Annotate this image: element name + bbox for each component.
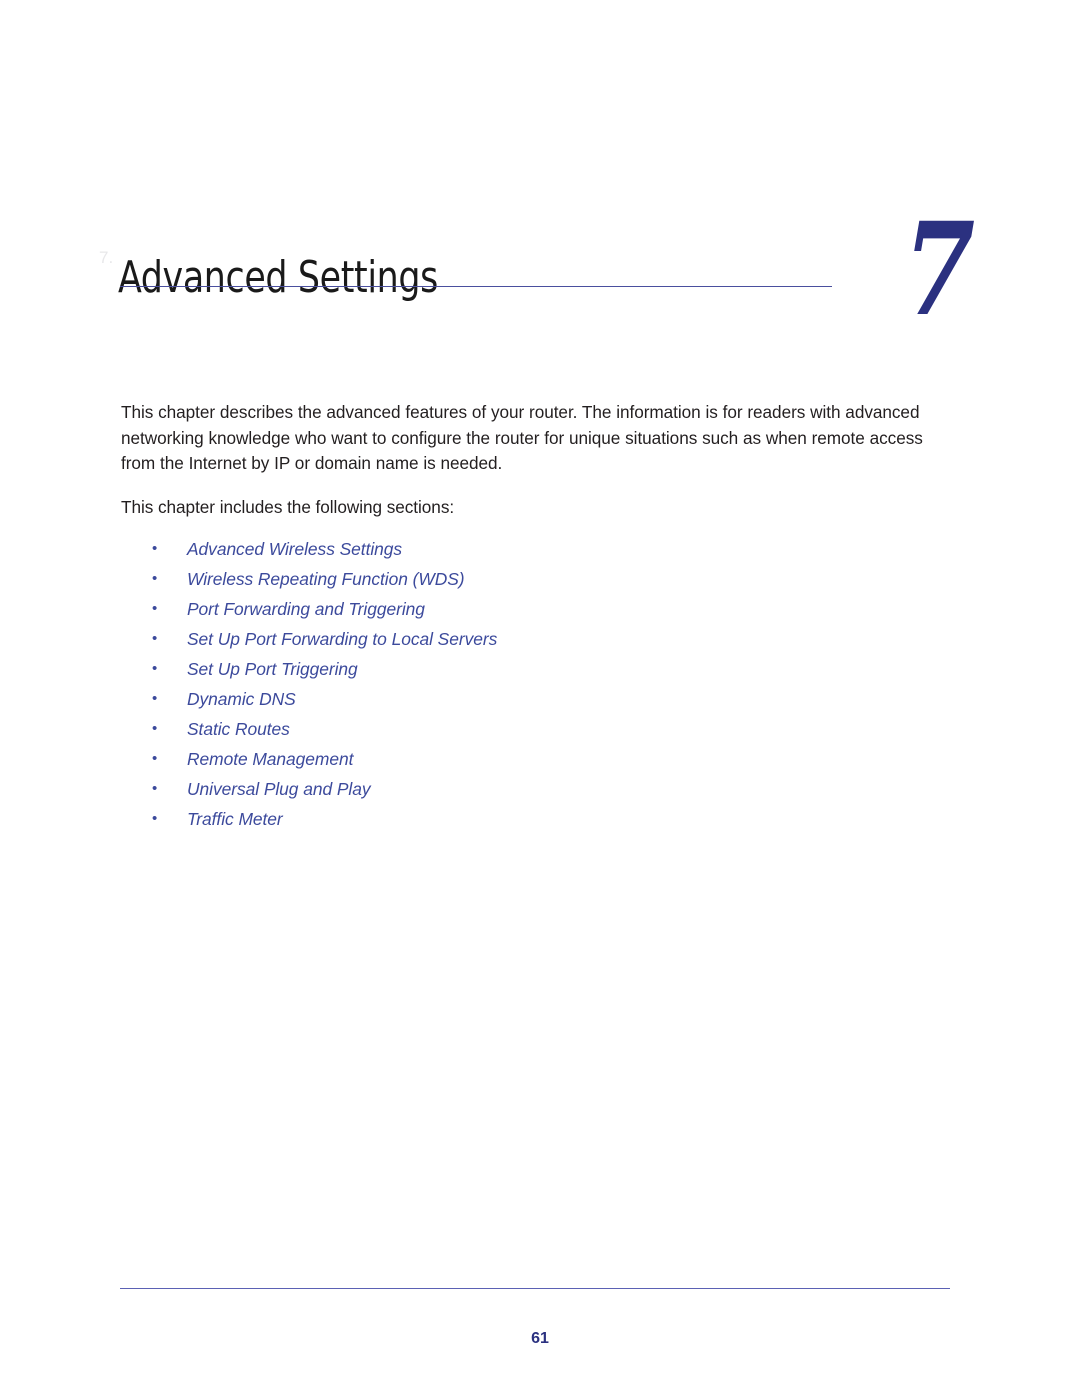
page-title: Advanced Settings: [118, 252, 438, 304]
list-item[interactable]: • Remote Management: [121, 744, 951, 774]
bullet-icon: •: [152, 780, 158, 797]
bullet-icon: •: [152, 750, 158, 767]
list-item[interactable]: • Advanced Wireless Settings: [121, 534, 951, 564]
section-link-static-routes[interactable]: Static Routes: [187, 719, 290, 739]
list-item[interactable]: • Wireless Repeating Function (WDS): [121, 564, 951, 594]
list-item[interactable]: • Set Up Port Forwarding to Local Server…: [121, 624, 951, 654]
list-item[interactable]: • Universal Plug and Play: [121, 774, 951, 804]
document-page: 7. Advanced Settings 7 This chapter desc…: [0, 0, 1080, 1397]
list-item[interactable]: • Set Up Port Triggering: [121, 654, 951, 684]
sections-lead-text: This chapter includes the following sect…: [121, 496, 455, 517]
intro-paragraph: This chapter describes the advanced feat…: [121, 402, 923, 473]
section-link-list: • Advanced Wireless Settings • Wireless …: [121, 534, 951, 834]
page-number: 61: [531, 1330, 549, 1347]
bullet-icon: •: [152, 660, 158, 677]
bullet-icon: •: [152, 690, 158, 707]
bullet-icon: •: [152, 540, 158, 557]
section-link-remote-management[interactable]: Remote Management: [187, 749, 353, 769]
list-item[interactable]: • Port Forwarding and Triggering: [121, 594, 951, 624]
bullet-icon: •: [152, 570, 158, 587]
section-link-advanced-wireless-settings[interactable]: Advanced Wireless Settings: [187, 539, 402, 559]
bullet-icon: •: [152, 630, 158, 647]
chapter-content: This chapter describes the advanced feat…: [121, 400, 951, 834]
bullet-icon: •: [152, 720, 158, 737]
bullet-icon: •: [152, 810, 158, 827]
section-link-set-up-port-triggering[interactable]: Set Up Port Triggering: [187, 659, 358, 679]
header-divider: [120, 286, 832, 287]
footer-divider: [120, 1288, 950, 1289]
chapter-number: 7: [902, 195, 974, 345]
section-link-wireless-repeating-function-wds[interactable]: Wireless Repeating Function (WDS): [187, 569, 465, 589]
section-link-traffic-meter[interactable]: Traffic Meter: [187, 809, 283, 829]
section-link-universal-plug-and-play[interactable]: Universal Plug and Play: [187, 779, 371, 799]
chapter-header: 7. Advanced Settings 7: [0, 0, 1080, 360]
list-item[interactable]: • Dynamic DNS: [121, 684, 951, 714]
bullet-icon: •: [152, 600, 158, 617]
ghost-chapter-number: 7.: [99, 248, 114, 267]
section-link-dynamic-dns[interactable]: Dynamic DNS: [187, 689, 296, 709]
page-footer: 61: [0, 1280, 1080, 1397]
section-link-set-up-port-forwarding-to-local-servers[interactable]: Set Up Port Forwarding to Local Servers: [187, 629, 497, 649]
list-item[interactable]: • Traffic Meter: [121, 804, 951, 834]
list-item[interactable]: • Static Routes: [121, 714, 951, 744]
section-link-port-forwarding-and-triggering[interactable]: Port Forwarding and Triggering: [187, 599, 425, 619]
